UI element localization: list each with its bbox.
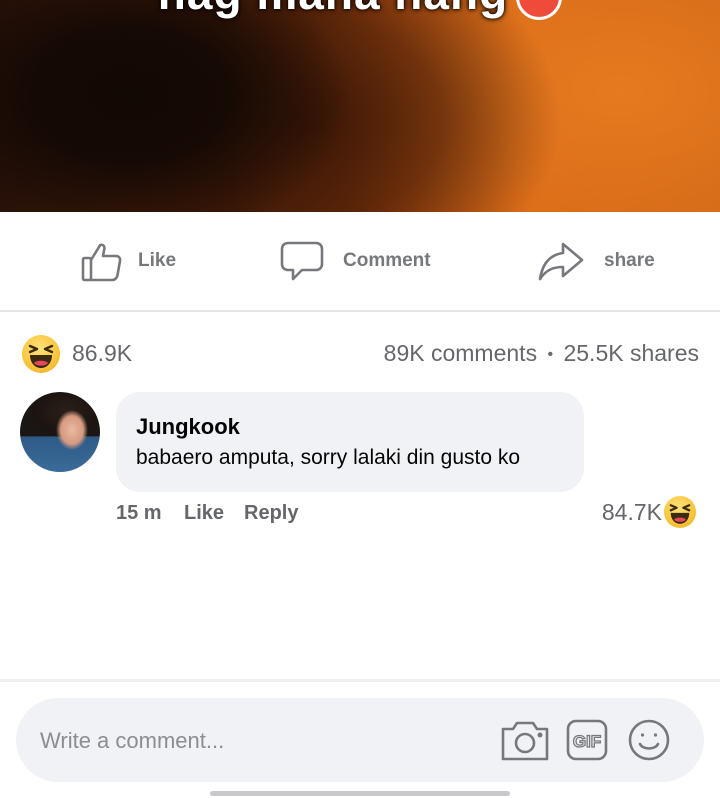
- caption-emoji-icon: [516, 0, 563, 20]
- comment-button-label: Comment: [343, 250, 431, 271]
- comment-reaction-count[interactable]: 84.7K: [602, 499, 662, 526]
- comment-timestamp[interactable]: 15 m: [116, 502, 162, 525]
- share-button-label: share: [604, 250, 655, 271]
- like-button[interactable]: Like: [80, 212, 176, 310]
- shares-count[interactable]: 25.5K shares: [563, 340, 699, 366]
- comment-input-placeholder: Write a comment...: [40, 728, 225, 753]
- gif-icon-label: GIF: [573, 732, 601, 751]
- avatar[interactable]: [20, 392, 100, 472]
- emoji-icon[interactable]: [628, 719, 670, 766]
- haha-reaction-icon[interactable]: [22, 335, 60, 373]
- post-stats-row: 86.9K 89K comments • 25.5K shares: [0, 330, 720, 380]
- stats-separator: •: [547, 346, 554, 363]
- photo-caption-text: nag mana nang: [0, 0, 720, 20]
- share-arrow-icon: [538, 240, 584, 282]
- camera-icon[interactable]: [500, 718, 550, 767]
- comment-text: babaero amputa, sorry lalaki din gusto k…: [136, 446, 521, 469]
- gif-icon[interactable]: GIF: [566, 719, 608, 766]
- comments-count[interactable]: 89K comments: [384, 340, 537, 366]
- comment-reply-button[interactable]: Reply: [244, 502, 298, 525]
- share-button[interactable]: share: [538, 212, 655, 310]
- like-button-label: Like: [138, 250, 177, 271]
- thumbs-up-icon: [80, 239, 124, 283]
- comment-bubble[interactable]: Jungkook babaero amputa, sorry lalaki di…: [116, 392, 584, 492]
- comments-shares-summary: 89K comments • 25.5K shares: [384, 340, 699, 367]
- home-indicator: [210, 791, 510, 796]
- comment-author[interactable]: Jungkook: [136, 414, 240, 440]
- reaction-count[interactable]: 86.9K: [72, 340, 132, 367]
- comment-input[interactable]: Write a comment... GIF: [16, 698, 704, 782]
- haha-reaction-icon[interactable]: [664, 496, 696, 528]
- comment-button[interactable]: Comment: [280, 212, 431, 310]
- speech-bubble-icon: [280, 240, 324, 282]
- comment-like-button[interactable]: Like: [184, 502, 224, 525]
- post-photo[interactable]: nag mana nang: [0, 0, 720, 212]
- post-action-bar: Like Comment share: [0, 212, 720, 312]
- composer-divider: [0, 679, 720, 682]
